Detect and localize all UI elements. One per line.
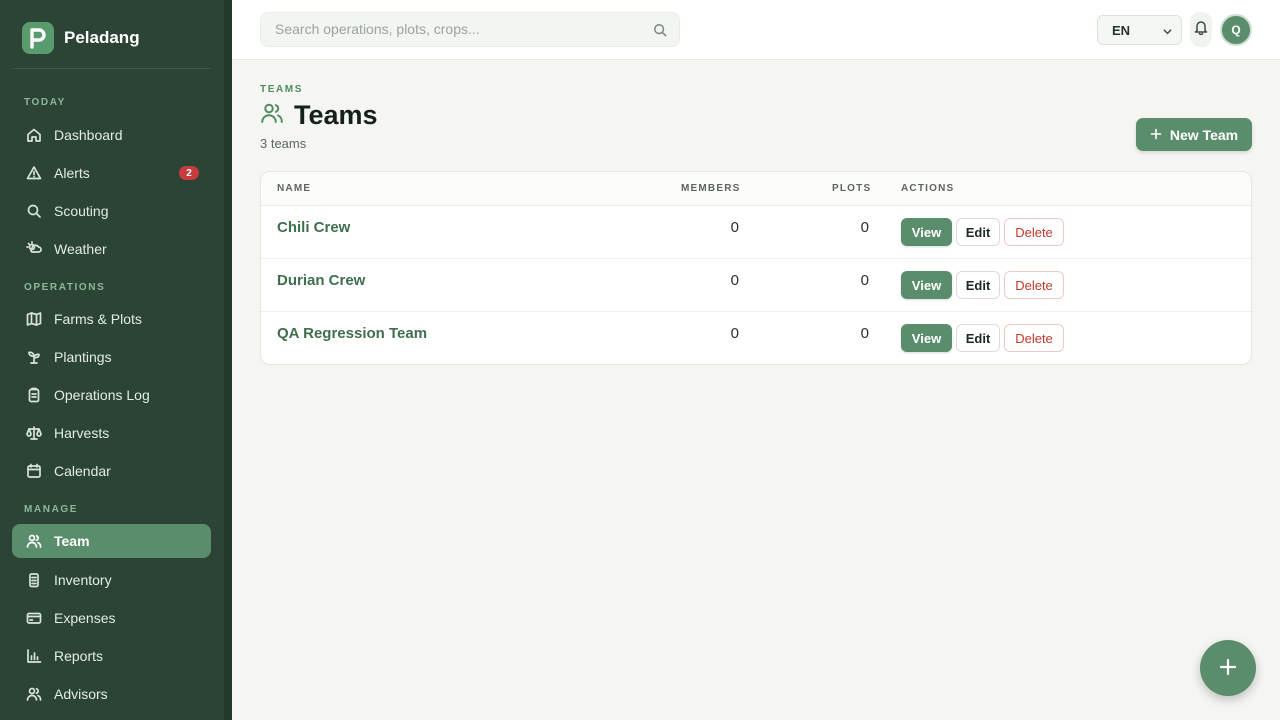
team-name-link[interactable]: Durian Crew [277,272,365,289]
sidebar-item-label: Scouting [54,203,109,219]
plots-count: 0 [860,325,869,342]
delete-button[interactable]: Delete [1004,324,1064,352]
sidebar-item-label: Inventory [54,572,112,588]
plus-icon [1218,657,1238,680]
members-count: 0 [730,325,739,342]
team-name-link[interactable]: Chili Crew [277,219,350,236]
sidebar-item-operations-log[interactable]: Operations Log [12,378,211,412]
plus-icon [1150,127,1162,143]
search-icon [26,203,42,219]
chevron-down-icon [1162,25,1173,40]
view-button[interactable]: View [901,324,952,352]
page-title: Teams [294,100,378,130]
user-avatar[interactable]: Q [1220,14,1252,46]
sidebar-item-label: Expenses [54,610,116,626]
sidebar-item-label: Weather [54,241,107,257]
section-label-operations: OPERATIONS [24,282,106,293]
users-icon [260,101,284,130]
home-icon [26,127,42,143]
search-box[interactable] [260,12,680,47]
sidebar-divider [12,68,211,69]
sidebar-item-farms-plots[interactable]: Farms & Plots [12,302,211,336]
sidebar-item-reports[interactable]: Reports [12,639,211,673]
team-count: 3 teams [260,136,307,151]
clipboard-icon [26,387,42,403]
box-icon [26,572,42,588]
users-icon [26,533,42,549]
sidebar-item-label: Advisors [54,686,108,702]
sprout-icon [26,349,42,365]
map-icon [26,311,42,327]
advisors-icon [26,686,42,702]
sidebar-item-label: Plantings [54,349,112,365]
search-input[interactable] [275,21,635,37]
sidebar-item-alerts[interactable]: Alerts 2 [12,156,211,190]
plots-count: 0 [860,272,869,289]
language-value: EN [1112,22,1131,38]
alert-triangle-icon [26,165,42,181]
table-row: QA Regression Team 0 0 View Edit Delete [261,312,1251,364]
column-header-members[interactable]: MEMBERS [681,183,741,194]
members-count: 0 [730,272,739,289]
sidebar-item-harvests[interactable]: Harvests [12,416,211,450]
sidebar-item-label: Operations Log [54,387,150,403]
topbar: EN Q [232,0,1280,60]
sidebar-item-label: Dashboard [54,127,123,143]
sidebar-item-scouting[interactable]: Scouting [12,194,211,228]
calendar-icon [26,463,42,479]
view-button[interactable]: View [901,271,952,299]
sidebar-item-label: Team [54,533,90,549]
sidebar-item-advisors[interactable]: Advisors [12,677,211,711]
section-label-today: TODAY [24,97,66,108]
delete-button[interactable]: Delete [1004,218,1064,246]
column-header-name[interactable]: NAME [277,183,311,194]
sidebar-item-calendar[interactable]: Calendar [12,454,211,488]
new-team-button[interactable]: New Team [1136,118,1252,151]
section-label-manage: MANAGE [24,504,79,515]
sidebar-item-label: Alerts [54,165,90,181]
sidebar-item-label: Farms & Plots [54,311,142,327]
sidebar-item-team[interactable]: Team [12,524,211,558]
team-name-link[interactable]: QA Regression Team [277,325,427,342]
table-row: Durian Crew 0 0 View Edit Delete [261,259,1251,312]
teams-table: NAME MEMBERS PLOTS ACTIONS Chili Crew 0 … [260,171,1252,365]
weather-icon [26,241,42,257]
quick-add-button[interactable] [1200,640,1256,696]
delete-button[interactable]: Delete [1004,271,1064,299]
column-header-actions: ACTIONS [901,183,955,194]
sidebar-item-weather[interactable]: Weather [12,232,211,266]
sidebar-item-label: Reports [54,648,104,664]
notifications-button[interactable] [1190,12,1212,47]
brand[interactable]: Peladang [22,22,140,54]
breadcrumb: TEAMS [260,84,303,95]
sidebar-item-inventory[interactable]: Inventory [12,563,211,597]
brand-name: Peladang [64,28,140,47]
plots-count: 0 [860,219,869,236]
sidebar-item-dashboard[interactable]: Dashboard [12,118,211,152]
sidebar-item-label: Harvests [54,425,110,441]
sidebar-item-expenses[interactable]: Expenses [12,601,211,635]
search-icon[interactable] [653,23,667,42]
page-header: Teams [260,100,378,131]
bar-chart-icon [26,648,42,664]
sidebar: Peladang TODAY Dashboard Alerts 2 Scouti… [0,0,232,720]
brand-logo-icon [22,22,54,54]
members-count: 0 [730,219,739,236]
edit-button[interactable]: Edit [956,271,1000,299]
scale-icon [26,425,42,441]
language-select[interactable]: EN [1097,15,1182,45]
alerts-count-badge: 2 [179,166,199,180]
edit-button[interactable]: Edit [956,218,1000,246]
table-header: NAME MEMBERS PLOTS ACTIONS [261,172,1251,206]
view-button[interactable]: View [901,218,952,246]
table-row: Chili Crew 0 0 View Edit Delete [261,206,1251,259]
sidebar-item-label: Calendar [54,463,111,479]
column-header-plots[interactable]: PLOTS [832,183,871,194]
credit-card-icon [26,610,42,626]
edit-button[interactable]: Edit [956,324,1000,352]
new-team-label: New Team [1169,126,1239,143]
sidebar-item-plantings[interactable]: Plantings [12,340,211,374]
bell-icon [1193,19,1209,40]
